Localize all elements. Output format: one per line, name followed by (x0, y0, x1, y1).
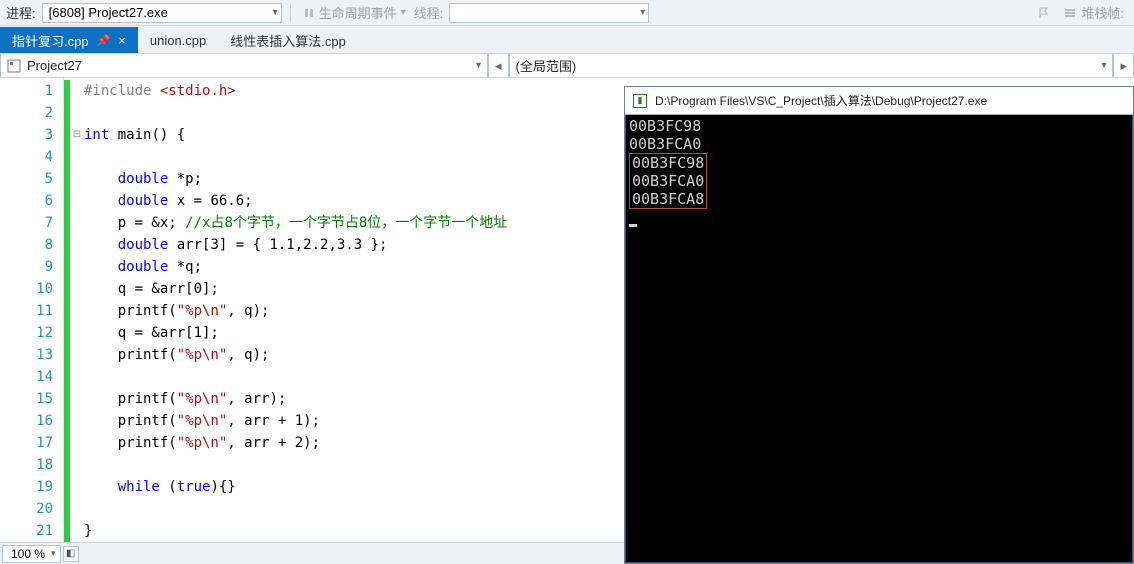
nav-back[interactable]: ◂ (488, 54, 509, 77)
tab-linear-insert[interactable]: 线性表插入算法.cpp (218, 27, 358, 53)
flag-icon (1037, 6, 1051, 20)
thread-label: 线程: (414, 3, 444, 22)
process-dropdown[interactable]: [6808] Project27.exe ▾ (42, 3, 282, 23)
lifecycle-events-button[interactable]: 生命周期事件 ▾ (299, 3, 410, 22)
fold-column: ⊟ (70, 78, 84, 542)
console-cursor (629, 224, 637, 227)
process-value: [6808] Project27.exe (49, 5, 168, 20)
chevron-down-icon: ▾ (476, 60, 481, 71)
flag-button[interactable] (1033, 6, 1055, 20)
chevron-down-icon: ▾ (273, 7, 278, 18)
chevron-down-icon: ▾ (401, 7, 406, 18)
line-gutter: 123456789101112131415161718192021 (0, 78, 64, 542)
zoom-dropdown[interactable]: 100 % ▾ (2, 545, 61, 563)
pin-icon[interactable]: 📌 (97, 34, 111, 47)
process-label: 进程: (6, 3, 36, 22)
stack-icon (1063, 6, 1077, 20)
scope-bar: Project27 ▾ ◂ (全局范围) ▾ ▸ (0, 54, 1134, 78)
tab-union[interactable]: union.cpp (138, 27, 218, 53)
console-title-text: D:\Program Files\VS\C_Project\插入算法\Debug… (655, 92, 987, 109)
chevron-down-icon: ▾ (51, 548, 56, 559)
split-toggle[interactable]: ◧ (63, 546, 79, 562)
close-icon[interactable]: × (118, 33, 126, 48)
chevron-down-icon: ▾ (1101, 60, 1106, 71)
separator (290, 4, 291, 22)
console-output: 00B3FC9800B3FCA0 00B3FC9800B3FCA000B3FCA… (625, 115, 1133, 229)
stack-frame-dropdown[interactable]: 堆栈帧: (1059, 3, 1128, 22)
tab-pointer-review[interactable]: 指针复习.cpp 📌 × (0, 27, 138, 53)
nav-forward[interactable]: ▸ (1113, 54, 1134, 77)
function-scope[interactable]: (全局范围) ▾ (509, 54, 1114, 77)
pause-icon (303, 7, 315, 19)
module-icon (7, 59, 21, 73)
console-icon: ▮ (633, 94, 647, 108)
console-titlebar[interactable]: ▮ D:\Program Files\VS\C_Project\插入算法\Deb… (625, 87, 1133, 115)
console-window[interactable]: ▮ D:\Program Files\VS\C_Project\插入算法\Deb… (624, 86, 1134, 564)
chevron-down-icon: ▾ (640, 7, 645, 18)
thread-dropdown[interactable]: ▾ (449, 3, 649, 23)
document-tabs: 指针复习.cpp 📌 × union.cpp 线性表插入算法.cpp (0, 26, 1134, 54)
project-scope[interactable]: Project27 ▾ (0, 54, 488, 77)
debug-toolbar: 进程: [6808] Project27.exe ▾ 生命周期事件 ▾ 线程: … (0, 0, 1134, 26)
